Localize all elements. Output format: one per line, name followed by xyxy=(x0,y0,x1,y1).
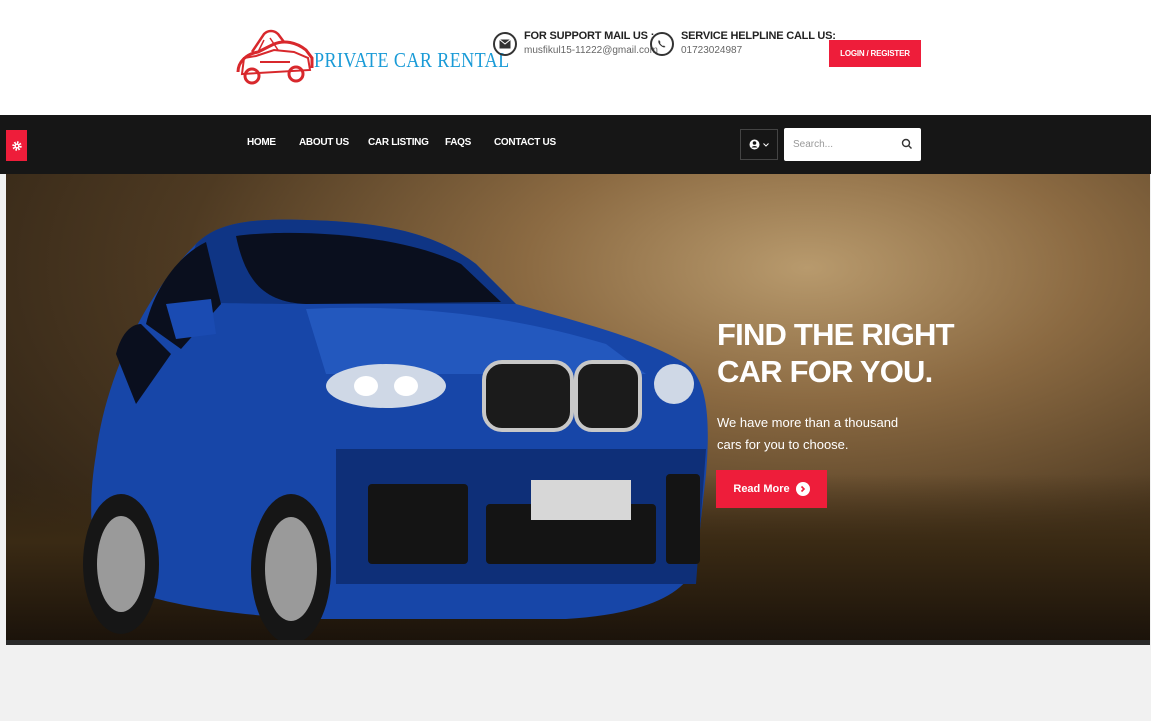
helpline-number[interactable]: 01723024987 xyxy=(681,45,742,56)
hero-banner: FIND THE RIGHT CAR FOR YOU. We have more… xyxy=(6,174,1150,644)
arrow-right-icon xyxy=(795,482,810,496)
envelope-icon xyxy=(493,32,517,56)
nav-car-listing[interactable]: CAR LISTING xyxy=(368,137,429,148)
search-input[interactable] xyxy=(784,128,894,161)
hero-car-image xyxy=(83,219,708,644)
user-icon xyxy=(749,139,760,150)
top-header: PRIVATE CAR RENTAL FOR SUPPORT MAIL US :… xyxy=(0,0,1151,115)
user-dropdown[interactable] xyxy=(740,129,778,160)
site-logo[interactable]: PRIVATE CAR RENTAL xyxy=(234,28,509,90)
hero-subtitle: We have more than a thousand cars for yo… xyxy=(717,415,899,452)
helpline-label: SERVICE HELPLINE CALL US: xyxy=(681,30,836,42)
nav-home[interactable]: HOME xyxy=(247,137,276,148)
support-email[interactable]: musfikul15-11222@gmail.com xyxy=(524,45,658,56)
nav-contact-us[interactable]: CONTACT US xyxy=(494,137,556,148)
hero-bottom-bar xyxy=(6,640,1150,645)
hero-title: FIND THE RIGHT CAR FOR YOU. xyxy=(717,316,955,390)
gear-icon xyxy=(11,140,22,151)
hero-title-line-1: FIND THE RIGHT xyxy=(717,317,955,352)
login-register-button[interactable]: LOGIN / REGISTER xyxy=(829,40,921,67)
brand-name: PRIVATE CAR RENTAL xyxy=(314,48,510,72)
phone-icon xyxy=(650,32,674,56)
car-logo-icon xyxy=(236,29,314,85)
main-navbar: HOME ABOUT US CAR LISTING FAQS CONTACT U… xyxy=(0,115,1151,174)
support-label: FOR SUPPORT MAIL US : xyxy=(524,30,655,42)
settings-tab[interactable] xyxy=(6,130,27,161)
nav-faqs[interactable]: FAQS xyxy=(445,137,471,148)
nav-about-us[interactable]: ABOUT US xyxy=(299,137,349,148)
search-icon[interactable] xyxy=(901,138,913,150)
hero-title-line-2: CAR FOR YOU. xyxy=(717,354,933,389)
read-more-label: Read More xyxy=(733,483,790,495)
chevron-down-icon xyxy=(763,142,769,147)
read-more-button[interactable]: Read More xyxy=(716,470,827,508)
search-box xyxy=(784,128,921,161)
